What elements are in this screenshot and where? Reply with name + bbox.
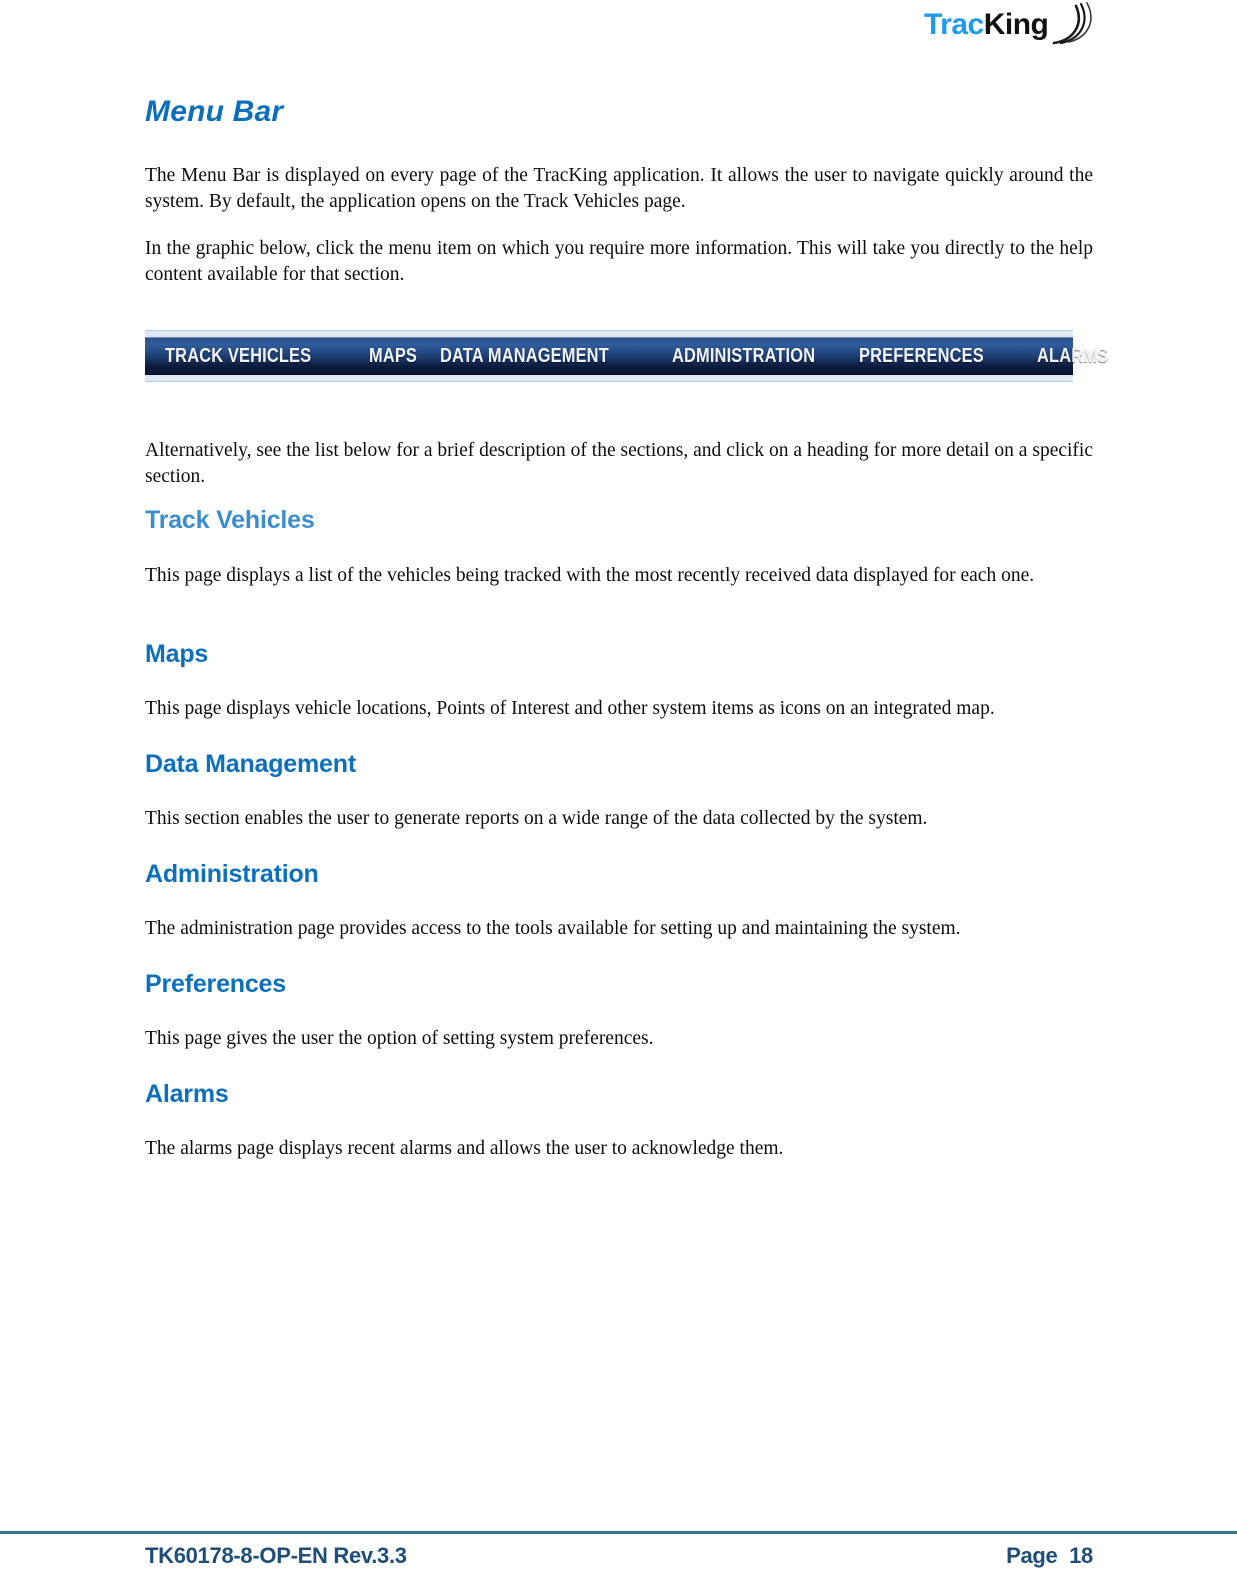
footer-divider: [0, 1531, 1237, 1534]
menu-item-data-management[interactable]: DATA MANAGEMENT: [440, 345, 609, 367]
section-body-preferences: This page gives the user the option of s…: [145, 1028, 654, 1049]
logo-text-king: King: [983, 8, 1049, 41]
intro-paragraph-2: In the graphic below, click the menu ite…: [145, 238, 1093, 285]
after-graphic-paragraph: Alternatively, see the list below for a …: [145, 440, 1093, 487]
menu-item-administration[interactable]: ADMINISTRATION: [672, 345, 815, 367]
section-body-alarms: The alarms page displays recent alarms a…: [145, 1138, 784, 1159]
logo-wordmark: TracKing: [924, 8, 1049, 42]
page-footer: TK60178-8-OP-EN Rev.3.3 Page 18: [145, 1543, 1093, 1575]
section-heading-preferences[interactable]: Preferences: [145, 969, 1093, 999]
menu-item-track-vehicles[interactable]: TRACK VEHICLES: [165, 345, 311, 367]
signal-wave-icon: [1052, 2, 1092, 45]
page-header: TracKing: [0, 0, 1237, 60]
menu-item-preferences[interactable]: PREFERENCES: [859, 345, 984, 367]
section-heading-track-vehicles[interactable]: Track Vehicles: [145, 505, 1093, 535]
section-heading-alarms[interactable]: Alarms: [145, 1079, 1093, 1109]
logo-text-trac: Trac: [924, 8, 984, 41]
section-heading-data-management[interactable]: Data Management: [145, 749, 1093, 779]
section-body-data-management: This section enables the user to generat…: [145, 808, 928, 829]
intro-paragraph-1: The Menu Bar is displayed on every page …: [145, 165, 1093, 212]
section-heading-maps[interactable]: Maps: [145, 639, 1093, 669]
menu-item-maps[interactable]: MAPS: [369, 345, 417, 367]
page-title: Menu Bar: [145, 95, 284, 128]
footer-page-number: Page 18: [1006, 1543, 1093, 1568]
footer-document-code: TK60178-8-OP-EN Rev.3.3: [145, 1543, 407, 1568]
tracking-logo: TracKing: [922, 2, 1094, 50]
menu-bar-graphic: TRACK VEHICLES MAPS DATA MANAGEMENT ADMI…: [145, 330, 1108, 382]
section-heading-administration[interactable]: Administration: [145, 859, 1093, 889]
section-body-maps: This page displays vehicle locations, Po…: [145, 698, 995, 719]
section-body-track-vehicles: This page displays a list of the vehicle…: [145, 565, 1035, 586]
menu-item-alarms[interactable]: ALARMS: [1037, 345, 1108, 367]
menu-bar: TRACK VEHICLES MAPS DATA MANAGEMENT ADMI…: [145, 337, 1108, 375]
section-body-administration: The administration page provides access …: [145, 918, 961, 939]
